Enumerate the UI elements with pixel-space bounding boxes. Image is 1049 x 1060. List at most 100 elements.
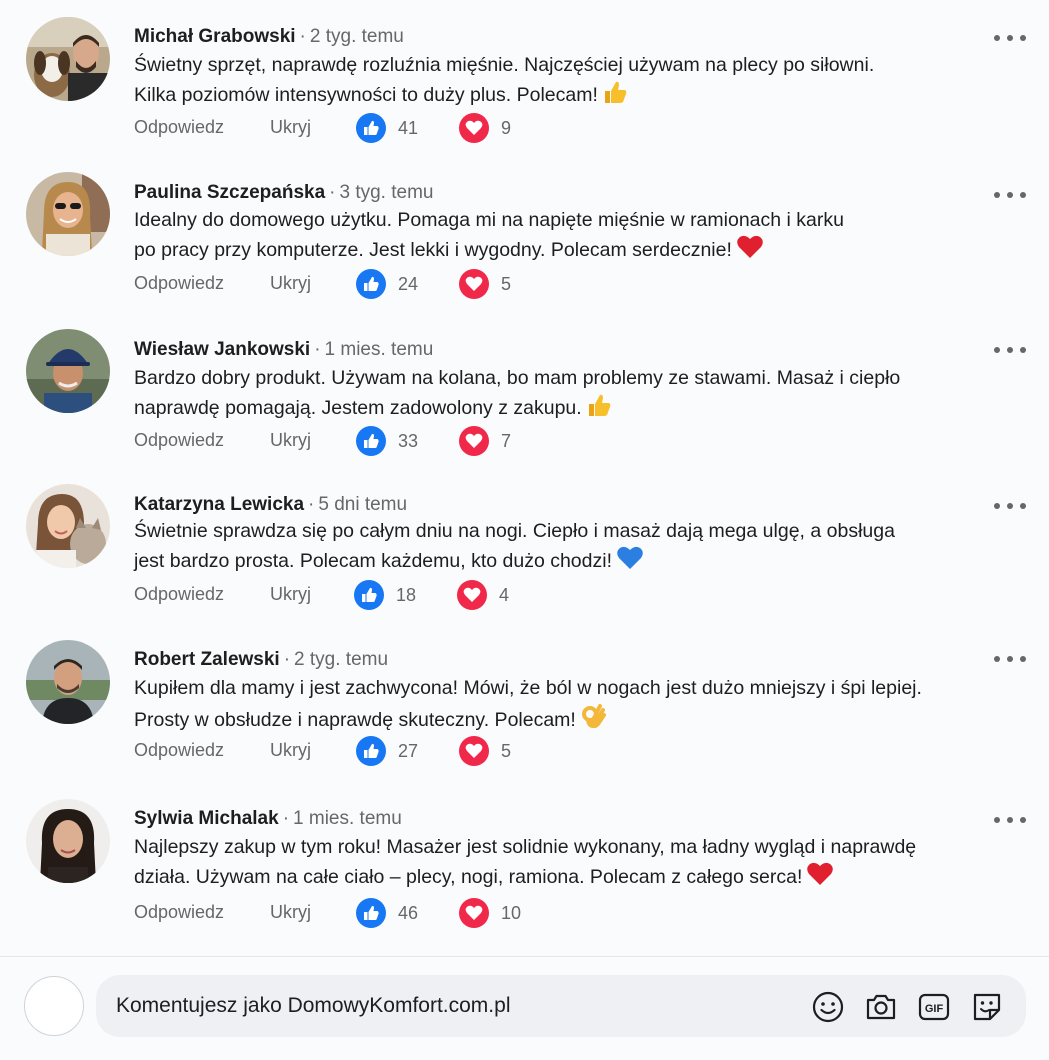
heart-icon [457,580,487,610]
love-reaction[interactable]: 4 [457,580,509,610]
like-icon [356,736,386,766]
like-reaction[interactable]: 46 [356,898,418,928]
timestamp[interactable]: 2 tyg. temu [310,26,404,47]
comment-text: Idealny do domowego użytku. Pomaga mi na… [134,206,974,268]
comment-line: jest bardzo prosta. Polecam każdemu, kto… [134,550,612,572]
heart-count: 5 [501,740,512,761]
reply-button[interactable]: Odpowiedz [134,430,224,451]
like-icon [356,898,386,928]
reply-button[interactable]: Odpowiedz [134,584,224,605]
like-count: 24 [398,273,419,294]
more-options-icon[interactable] [994,812,1026,828]
gif-icon[interactable]: GIF [917,990,951,1024]
reply-button[interactable]: Odpowiedz [134,740,224,761]
love-reaction[interactable]: 10 [459,898,521,928]
avatar[interactable] [26,17,110,101]
separator-dot: · [283,649,291,670]
comment-line: Świetnie sprawdza się po całym dniu na n… [134,520,895,542]
more-options-icon[interactable] [994,651,1026,667]
more-options-icon[interactable] [994,498,1026,514]
comment-line: Prosty w obsłudze i naprawdę skuteczny. … [134,709,576,731]
love-reaction[interactable]: 5 [459,736,511,766]
hide-button[interactable]: Ukryj [270,902,311,923]
sticker-icon[interactable] [970,990,1004,1024]
comment-header: Robert Zalewski · 2 tyg. temu [134,649,388,671]
emoji-icon[interactable] [811,990,845,1024]
comment-header: Sylwia Michalak · 1 mies. temu [134,808,402,830]
like-count: 33 [398,430,419,451]
author-name[interactable]: Michał Grabowski [134,26,296,47]
separator-dot: · [299,26,306,47]
heart-count: 9 [501,117,512,138]
like-reaction[interactable]: 24 [356,269,418,299]
heart-icon [459,269,489,299]
more-options-icon[interactable] [994,187,1026,203]
like-count: 46 [398,902,419,923]
comment-header: Wiesław Jankowski · 1 mies. temu [134,339,433,361]
love-reaction[interactable]: 9 [459,113,511,143]
avatar[interactable] [26,329,110,413]
author-name[interactable]: Wiesław Jankowski [134,339,310,360]
separator-dot: · [314,339,321,360]
like-icon [356,426,386,456]
user-avatar [24,976,84,1036]
like-reaction[interactable]: 18 [354,580,416,610]
comment-line: Kupiłem dla mamy i jest zachwycona! Mówi… [134,677,922,699]
comment-line: Świetny sprzęt, naprawdę rozluźnia mięśn… [134,54,875,76]
author-name[interactable]: Robert Zalewski [134,649,280,670]
hide-button[interactable]: Ukryj [270,740,311,761]
timestamp[interactable]: 3 tyg. temu [339,182,433,203]
like-icon [356,269,386,299]
timestamp[interactable]: 5 dni temu [318,494,407,515]
like-count: 27 [398,740,419,761]
comment-header: Michał Grabowski · 2 tyg. temu [134,26,404,48]
comment-line: Najlepszy zakup w tym roku! Masażer jest… [134,836,917,858]
comment-text: Świetnie sprawdza się po całym dniu na n… [134,517,974,579]
thumbs-up-icon [602,79,628,113]
comment-composer[interactable]: Komentujesz jako DomowyKomfort.com.pl GI… [96,975,1026,1037]
author-name[interactable]: Katarzyna Lewicka [134,494,304,515]
like-count: 18 [396,584,417,605]
like-reaction[interactable]: 41 [356,113,418,143]
hide-button[interactable]: Ukryj [270,584,311,605]
author-name[interactable]: Sylwia Michalak [134,808,279,829]
heart-icon [459,736,489,766]
timestamp[interactable]: 2 tyg. temu [294,649,388,670]
blue-heart-icon [616,545,644,579]
hide-button[interactable]: Ukryj [270,273,311,294]
comment-line: Kilka poziomów intensywności to duży plu… [134,84,598,106]
reply-button[interactable]: Odpowiedz [134,117,224,138]
avatar[interactable] [26,799,110,883]
reply-button[interactable]: Odpowiedz [134,902,224,923]
comment-text: Świetny sprzęt, naprawdę rozluźnia mięśn… [134,51,974,113]
like-icon [354,580,384,610]
comment-text: Najlepszy zakup w tym roku! Masażer jest… [134,833,974,895]
avatar[interactable] [26,484,110,568]
love-reaction[interactable]: 7 [459,426,511,456]
like-reaction[interactable]: 33 [356,426,418,456]
hide-button[interactable]: Ukryj [270,430,311,451]
more-options-icon[interactable] [994,30,1026,46]
timestamp[interactable]: 1 mies. temu [293,808,402,829]
author-name[interactable]: Paulina Szczepańska [134,182,325,203]
like-icon [356,113,386,143]
comment-text: Bardzo dobry produkt. Używam na kolana, … [134,364,974,426]
more-options-icon[interactable] [994,342,1026,358]
timestamp[interactable]: 1 mies. temu [325,339,434,360]
heart-icon [459,113,489,143]
love-reaction[interactable]: 5 [459,269,511,299]
like-reaction[interactable]: 27 [356,736,418,766]
avatar[interactable] [26,640,110,724]
avatar[interactable] [26,172,110,256]
heart-count: 5 [501,273,512,294]
ok-hand-icon [580,702,606,738]
reply-button[interactable]: Odpowiedz [134,273,224,294]
hide-button[interactable]: Ukryj [270,117,311,138]
comment-text: Kupiłem dla mamy i jest zachwycona! Mówi… [134,674,974,738]
camera-icon[interactable] [864,990,898,1024]
comment-line: naprawdę pomagają. Jestem zadowolony z z… [134,397,582,419]
comment-input-placeholder[interactable]: Komentujesz jako DomowyKomfort.com.pl [116,994,510,1018]
separator-dot: · [329,182,336,203]
heart-icon [459,898,489,928]
comment-line: Idealny do domowego użytku. Pomaga mi na… [134,209,844,231]
